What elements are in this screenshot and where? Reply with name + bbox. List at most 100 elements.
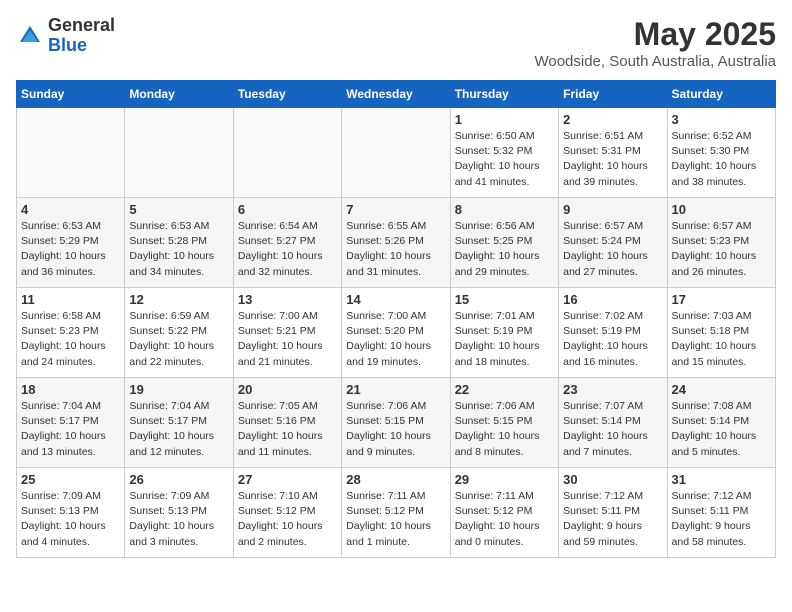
day-detail: Sunrise: 6:53 AM Sunset: 5:28 PM Dayligh…	[129, 219, 228, 280]
day-detail: Sunrise: 6:59 AM Sunset: 5:22 PM Dayligh…	[129, 309, 228, 370]
calendar-cell: 7 Sunrise: 6:55 AM Sunset: 5:26 PM Daylig…	[342, 198, 450, 288]
day-detail: Sunrise: 7:02 AM Sunset: 5:19 PM Dayligh…	[563, 309, 662, 370]
calendar-cell: 8 Sunrise: 6:56 AM Sunset: 5:25 PM Daylig…	[450, 198, 558, 288]
calendar-cell: 12 Sunrise: 6:59 AM Sunset: 5:22 PM Dayli…	[125, 288, 233, 378]
calendar-cell: 5 Sunrise: 6:53 AM Sunset: 5:28 PM Daylig…	[125, 198, 233, 288]
calendar-cell: 24 Sunrise: 7:08 AM Sunset: 5:14 PM Dayli…	[667, 378, 775, 468]
calendar-week-row: 4 Sunrise: 6:53 AM Sunset: 5:29 PM Daylig…	[17, 198, 776, 288]
day-number: 22	[455, 382, 554, 397]
calendar-cell: 26 Sunrise: 7:09 AM Sunset: 5:13 PM Dayli…	[125, 468, 233, 558]
logo-icon	[16, 22, 44, 50]
day-number: 10	[672, 202, 771, 217]
calendar-cell: 20 Sunrise: 7:05 AM Sunset: 5:16 PM Dayli…	[233, 378, 341, 468]
calendar-body: 1 Sunrise: 6:50 AM Sunset: 5:32 PM Daylig…	[17, 108, 776, 558]
calendar-cell: 1 Sunrise: 6:50 AM Sunset: 5:32 PM Daylig…	[450, 108, 558, 198]
day-detail: Sunrise: 6:53 AM Sunset: 5:29 PM Dayligh…	[21, 219, 120, 280]
day-number: 27	[238, 472, 337, 487]
day-detail: Sunrise: 7:00 AM Sunset: 5:20 PM Dayligh…	[346, 309, 445, 370]
weekday-header-cell: Saturday	[667, 81, 775, 108]
weekday-header-row: SundayMondayTuesdayWednesdayThursdayFrid…	[17, 81, 776, 108]
calendar-cell	[342, 108, 450, 198]
day-detail: Sunrise: 7:08 AM Sunset: 5:14 PM Dayligh…	[672, 399, 771, 460]
day-detail: Sunrise: 7:07 AM Sunset: 5:14 PM Dayligh…	[563, 399, 662, 460]
day-detail: Sunrise: 6:55 AM Sunset: 5:26 PM Dayligh…	[346, 219, 445, 280]
day-number: 15	[455, 292, 554, 307]
day-number: 20	[238, 382, 337, 397]
day-number: 31	[672, 472, 771, 487]
day-detail: Sunrise: 7:12 AM Sunset: 5:11 PM Dayligh…	[672, 489, 771, 550]
calendar-cell: 27Sunrise: 7:10 AM Sunset: 5:12 PM Dayli…	[233, 468, 341, 558]
day-detail: Sunrise: 7:03 AM Sunset: 5:18 PM Dayligh…	[672, 309, 771, 370]
day-detail: Sunrise: 6:58 AM Sunset: 5:23 PM Dayligh…	[21, 309, 120, 370]
day-number: 25	[21, 472, 120, 487]
calendar-cell: 14Sunrise: 7:00 AM Sunset: 5:20 PM Dayli…	[342, 288, 450, 378]
weekday-header-cell: Tuesday	[233, 81, 341, 108]
day-number: 19	[129, 382, 228, 397]
calendar-cell: 9Sunrise: 6:57 AM Sunset: 5:24 PM Daylig…	[559, 198, 667, 288]
calendar-cell: 10 Sunrise: 6:57 AM Sunset: 5:23 PM Dayli…	[667, 198, 775, 288]
day-number: 12	[129, 292, 228, 307]
day-number: 30	[563, 472, 662, 487]
calendar-cell	[233, 108, 341, 198]
day-detail: Sunrise: 6:54 AM Sunset: 5:27 PM Dayligh…	[238, 219, 337, 280]
day-number: 28	[346, 472, 445, 487]
day-number: 11	[21, 292, 120, 307]
day-number: 24	[672, 382, 771, 397]
logo-general: General	[48, 16, 115, 36]
day-detail: Sunrise: 7:11 AM Sunset: 5:12 PM Dayligh…	[455, 489, 554, 550]
calendar-cell: 31 Sunrise: 7:12 AM Sunset: 5:11 PM Dayli…	[667, 468, 775, 558]
calendar-cell: 28Sunrise: 7:11 AM Sunset: 5:12 PM Dayli…	[342, 468, 450, 558]
calendar-cell: 15 Sunrise: 7:01 AM Sunset: 5:19 PM Dayli…	[450, 288, 558, 378]
weekday-header-cell: Friday	[559, 81, 667, 108]
day-number: 1	[455, 112, 554, 127]
calendar-cell: 2 Sunrise: 6:51 AM Sunset: 5:31 PM Daylig…	[559, 108, 667, 198]
page-header: General Blue May 2025 Woodside, South Au…	[16, 16, 776, 70]
day-number: 26	[129, 472, 228, 487]
day-number: 2	[563, 112, 662, 127]
day-detail: Sunrise: 7:06 AM Sunset: 5:15 PM Dayligh…	[455, 399, 554, 460]
day-detail: Sunrise: 7:01 AM Sunset: 5:19 PM Dayligh…	[455, 309, 554, 370]
day-detail: Sunrise: 7:05 AM Sunset: 5:16 PM Dayligh…	[238, 399, 337, 460]
day-number: 5	[129, 202, 228, 217]
calendar-cell: 29 Sunrise: 7:11 AM Sunset: 5:12 PM Dayli…	[450, 468, 558, 558]
day-detail: Sunrise: 7:00 AM Sunset: 5:21 PM Dayligh…	[238, 309, 337, 370]
calendar-cell: 21Sunrise: 7:06 AM Sunset: 5:15 PM Dayli…	[342, 378, 450, 468]
calendar-cell: 17 Sunrise: 7:03 AM Sunset: 5:18 PM Dayli…	[667, 288, 775, 378]
day-detail: Sunrise: 6:52 AM Sunset: 5:30 PM Dayligh…	[672, 129, 771, 190]
day-number: 3	[672, 112, 771, 127]
day-number: 16	[563, 292, 662, 307]
day-detail: Sunrise: 6:50 AM Sunset: 5:32 PM Dayligh…	[455, 129, 554, 190]
day-detail: Sunrise: 6:56 AM Sunset: 5:25 PM Dayligh…	[455, 219, 554, 280]
calendar-cell: 22 Sunrise: 7:06 AM Sunset: 5:15 PM Dayli…	[450, 378, 558, 468]
logo-blue: Blue	[48, 36, 115, 56]
weekday-header-cell: Wednesday	[342, 81, 450, 108]
day-number: 7	[346, 202, 445, 217]
day-number: 8	[455, 202, 554, 217]
day-detail: Sunrise: 7:09 AM Sunset: 5:13 PM Dayligh…	[129, 489, 228, 550]
day-detail: Sunrise: 7:04 AM Sunset: 5:17 PM Dayligh…	[129, 399, 228, 460]
weekday-header-cell: Sunday	[17, 81, 125, 108]
day-number: 23	[563, 382, 662, 397]
day-number: 4	[21, 202, 120, 217]
subtitle: Woodside, South Australia, Australia	[534, 53, 776, 70]
calendar-cell: 13 Sunrise: 7:00 AM Sunset: 5:21 PM Dayli…	[233, 288, 341, 378]
calendar-table: SundayMondayTuesdayWednesdayThursdayFrid…	[16, 80, 776, 558]
day-number: 17	[672, 292, 771, 307]
day-detail: Sunrise: 6:57 AM Sunset: 5:23 PM Dayligh…	[672, 219, 771, 280]
day-detail: Sunrise: 7:12 AM Sunset: 5:11 PM Dayligh…	[563, 489, 662, 550]
day-number: 18	[21, 382, 120, 397]
calendar-cell: 16 Sunrise: 7:02 AM Sunset: 5:19 PM Dayli…	[559, 288, 667, 378]
day-detail: Sunrise: 7:09 AM Sunset: 5:13 PM Dayligh…	[21, 489, 120, 550]
calendar-cell: 30 Sunrise: 7:12 AM Sunset: 5:11 PM Dayli…	[559, 468, 667, 558]
day-detail: Sunrise: 6:51 AM Sunset: 5:31 PM Dayligh…	[563, 129, 662, 190]
calendar-cell: 4 Sunrise: 6:53 AM Sunset: 5:29 PM Daylig…	[17, 198, 125, 288]
calendar-cell: 3 Sunrise: 6:52 AM Sunset: 5:30 PM Daylig…	[667, 108, 775, 198]
calendar-cell: 11 Sunrise: 6:58 AM Sunset: 5:23 PM Dayli…	[17, 288, 125, 378]
calendar-week-row: 1 Sunrise: 6:50 AM Sunset: 5:32 PM Daylig…	[17, 108, 776, 198]
day-number: 13	[238, 292, 337, 307]
day-number: 9	[563, 202, 662, 217]
calendar-cell: 18Sunrise: 7:04 AM Sunset: 5:17 PM Dayli…	[17, 378, 125, 468]
calendar-cell	[125, 108, 233, 198]
day-number: 29	[455, 472, 554, 487]
calendar-cell: 25 Sunrise: 7:09 AM Sunset: 5:13 PM Dayli…	[17, 468, 125, 558]
